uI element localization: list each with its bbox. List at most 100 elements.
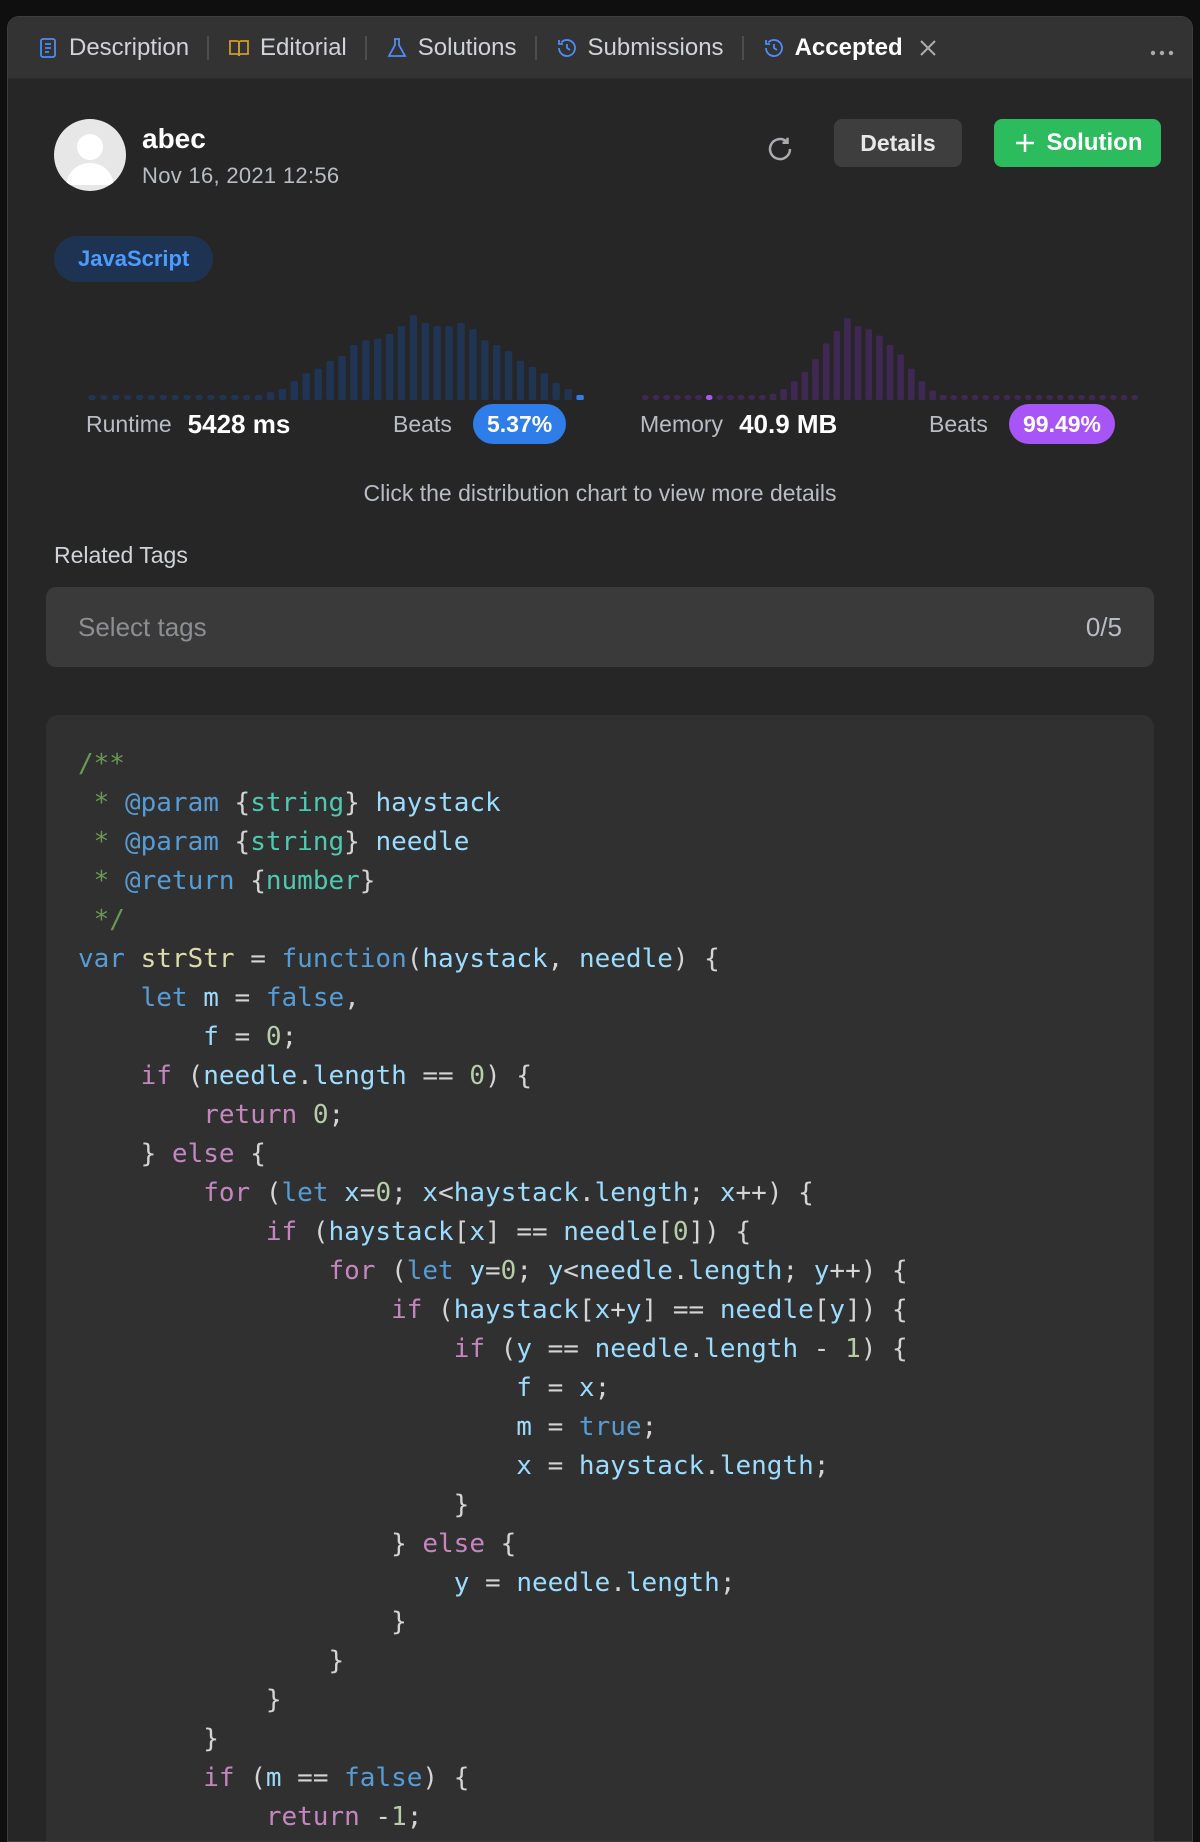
- distribution-bar: [231, 395, 239, 400]
- code-line: */: [78, 905, 125, 935]
- memory-distribution-chart[interactable]: [640, 300, 1140, 400]
- runtime-distribution-chart[interactable]: [86, 300, 586, 400]
- tab-description[interactable]: Description: [26, 17, 199, 78]
- tab-bar: Description Editorial Solutions Submissi…: [8, 17, 1192, 79]
- tab-solutions[interactable]: Solutions: [375, 17, 527, 78]
- code-line: if (y == needle.length - 1) {: [453, 1334, 908, 1364]
- distribution-bar: [897, 354, 904, 400]
- distribution-bar: [1046, 395, 1053, 400]
- more-options-icon[interactable]: [1150, 33, 1174, 64]
- tab-divider: [364, 35, 367, 60]
- tab-editorial[interactable]: Editorial: [217, 17, 357, 78]
- code-line: for (let x=0; x<haystack.length; x++) {: [203, 1178, 814, 1208]
- tab-label: Solutions: [417, 33, 517, 61]
- submission-header: abec Nov 16, 2021 12:56 Details Solution: [46, 79, 1161, 219]
- distribution-bar: [854, 326, 862, 400]
- distribution-bar: [716, 395, 724, 400]
- memory-label: Memory: [640, 410, 724, 437]
- distribution-bar: [684, 395, 692, 400]
- performance-stats: Runtime 5428 ms Beats 5.37% Memory 40.9 …: [46, 282, 1154, 506]
- code-line: x = haystack.length;: [516, 1451, 830, 1481]
- distribution-bar: [652, 395, 660, 400]
- tab-divider: [207, 35, 210, 60]
- tab-submissions[interactable]: Submissions: [545, 17, 734, 78]
- distribution-bar: [385, 334, 394, 400]
- code-line: let m = false,: [140, 983, 360, 1013]
- language-badge: JavaScript: [54, 236, 214, 282]
- distribution-bar: [1025, 395, 1032, 400]
- distribution-bar: [516, 360, 525, 400]
- flask-icon: [387, 37, 407, 57]
- distribution-bar: [338, 356, 346, 400]
- add-solution-button[interactable]: Solution: [994, 119, 1161, 167]
- tab-label: Accepted: [794, 33, 903, 61]
- distribution-bar: [1014, 395, 1021, 400]
- distribution-bar: [939, 395, 947, 400]
- distribution-bar: [1120, 395, 1128, 400]
- distribution-bar: [159, 395, 168, 400]
- distribution-bar: [326, 360, 334, 400]
- distribution-bar: [243, 395, 251, 400]
- distribution-bar: [397, 326, 406, 400]
- distribution-bar: [908, 368, 915, 400]
- code-line: if (needle.length == 0) {: [140, 1061, 532, 1091]
- distribution-bar: [564, 389, 572, 400]
- runtime-beats-label: Beats: [393, 411, 452, 437]
- book-icon: [229, 39, 249, 56]
- distribution-bar: [822, 343, 830, 400]
- distribution-bar: [445, 326, 453, 400]
- code-line: }: [78, 1646, 345, 1676]
- distribution-bar: [219, 395, 227, 400]
- tab-label: Submissions: [587, 33, 724, 61]
- distribution-bar: [876, 335, 883, 400]
- distribution-bar: [1088, 395, 1096, 400]
- distribution-bar: [374, 338, 382, 400]
- memory-beats-badge: 99.49%: [1009, 404, 1116, 444]
- memory-beats-label: Beats: [929, 411, 988, 437]
- code-line: var strStr = function(haystack, needle) …: [78, 944, 720, 974]
- distribution-bar: [886, 345, 894, 400]
- code-line: if (m == false) {: [203, 1763, 470, 1793]
- runtime-beats-badge: 5.37%: [473, 404, 567, 444]
- code-line: }: [78, 1607, 407, 1637]
- distribution-bar: [918, 381, 926, 400]
- code-block[interactable]: /** * @param {string} haystack * @param …: [46, 715, 1154, 1841]
- distribution-bar: [961, 395, 968, 400]
- distribution-bar: [540, 373, 548, 400]
- distribution-bar: [183, 395, 191, 400]
- distribution-bar: [929, 390, 936, 400]
- details-button[interactable]: Details: [834, 119, 962, 167]
- source-code: /** * @param {string} haystack * @param …: [78, 745, 1122, 1837]
- avatar[interactable]: [54, 119, 126, 191]
- runtime-stat: Runtime 5428 ms: [86, 402, 290, 446]
- distribution-bar: [833, 330, 841, 400]
- distribution-bar: [290, 381, 298, 400]
- tab-accepted[interactable]: Accepted: [752, 17, 950, 78]
- distribution-bar: [673, 395, 681, 400]
- distribution-bar: [481, 340, 489, 400]
- code-line: return -1;: [265, 1802, 423, 1832]
- refresh-icon[interactable]: [762, 131, 798, 167]
- code-line: if (haystack[x+y] == needle[y]) {: [391, 1295, 908, 1325]
- runtime-value: 5428 ms: [187, 408, 291, 439]
- distribution-bar: [302, 373, 310, 400]
- tab-label: Editorial: [260, 33, 347, 61]
- distribution-bar: [695, 395, 702, 400]
- distribution-bar: [135, 395, 144, 400]
- solution-button-label: Solution: [1046, 129, 1143, 156]
- plus-icon: [1015, 134, 1034, 152]
- close-icon[interactable]: [916, 36, 940, 60]
- distribution-bar: [100, 395, 108, 400]
- code-line: }: [78, 1490, 470, 1520]
- code-line: for (let y=0; y<needle.length; y++) {: [328, 1256, 908, 1286]
- distribution-bar: [421, 323, 429, 400]
- distribution-bar-current: [576, 395, 584, 400]
- username[interactable]: abec: [142, 123, 206, 155]
- chart-hint: Click the distribution chart to view mor…: [363, 480, 837, 506]
- tags-placeholder: Select tags: [78, 611, 207, 642]
- history-icon: [764, 38, 783, 57]
- distribution-bar: [469, 329, 477, 400]
- distribution-bar: [314, 368, 322, 400]
- distribution-bar: [254, 395, 263, 400]
- tags-select[interactable]: Select tags 0/5: [46, 587, 1154, 667]
